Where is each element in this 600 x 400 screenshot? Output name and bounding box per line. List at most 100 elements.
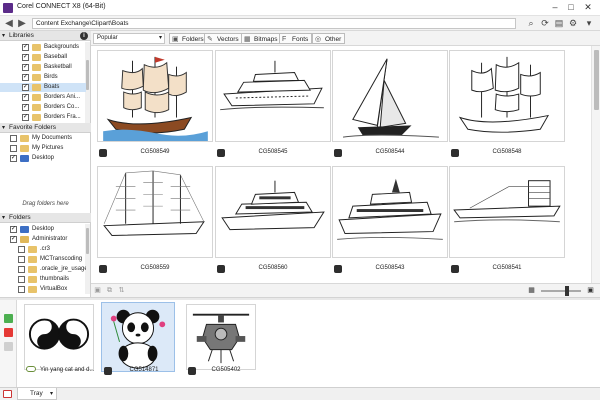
library-item-baseball[interactable]: ✓ Baseball <box>0 53 86 62</box>
thumbnail-galleon-outline[interactable] <box>449 50 565 142</box>
refresh-icon[interactable]: ⟳ <box>539 17 551 30</box>
search-icon[interactable]: ⌕ <box>525 17 537 30</box>
thumbnail-cargo-ship[interactable] <box>449 166 565 258</box>
grid-scroll-thumb[interactable] <box>594 50 599 110</box>
maximize-button[interactable]: □ <box>564 2 578 13</box>
library-item-backgrounds[interactable]: ✓ Backgrounds <box>0 43 86 52</box>
checkbox[interactable]: ✓ <box>10 155 17 162</box>
back-arrow-icon[interactable]: ◀ <box>3 17 15 30</box>
library-item-basketball[interactable]: ✓ Basketball <box>0 63 86 72</box>
close-button[interactable]: ✕ <box>581 2 595 13</box>
collapse-caret-icon[interactable]: ▾ <box>2 123 5 133</box>
checkbox[interactable]: ✓ <box>22 94 29 101</box>
libraries-scroll-thumb[interactable] <box>86 60 89 90</box>
checkbox[interactable]: ✓ <box>22 104 29 111</box>
libraries-header[interactable]: ▾ Libraries i <box>0 31 91 41</box>
minimize-button[interactable]: – <box>548 2 562 13</box>
thumbnail-sailboat[interactable] <box>332 50 448 142</box>
checkbox[interactable] <box>18 246 25 253</box>
tree-item-label: VirtualBox <box>40 286 68 292</box>
folder-icon <box>32 94 41 101</box>
options-menu-icon[interactable]: ▾ <box>583 17 595 30</box>
favorite-folders-header[interactable]: ▾ Favorite Folders <box>0 123 91 133</box>
tray-new-icon[interactable] <box>4 314 13 323</box>
tray-export-icon[interactable] <box>4 342 13 351</box>
folder-item-thumbnails[interactable]: thumbnails <box>0 275 86 284</box>
thumbnail-yacht[interactable] <box>215 50 331 142</box>
thumbnail-motor-yacht[interactable] <box>215 166 331 258</box>
other-icon: ◎ <box>315 36 322 43</box>
folder-item-virtualbox[interactable]: VirtualBox <box>0 285 86 294</box>
filter-other-button[interactable]: ◎ Other <box>312 33 346 44</box>
thumbnail-galleon-color[interactable] <box>97 50 213 142</box>
library-item-borders-fra-[interactable]: ✓ Borders Fra... <box>0 113 86 122</box>
folder-item-administrator[interactable]: ✓ Administrator <box>0 235 86 244</box>
gear-icon[interactable]: ⚙ <box>567 17 579 30</box>
folders-header[interactable]: ▾ Folders <box>0 213 91 223</box>
folder-item-mctranscoding[interactable]: MCTranscoding <box>0 255 86 264</box>
info-icon[interactable]: i <box>80 32 88 40</box>
folder-item-desktop[interactable]: ✓ Desktop <box>0 225 86 234</box>
tray-item-panda[interactable] <box>101 302 175 372</box>
library-item-borders-co-[interactable]: ✓ Borders Co... <box>0 103 86 112</box>
library-item-birds[interactable]: ✓ Birds <box>0 73 86 82</box>
checkbox[interactable]: ✓ <box>22 64 29 71</box>
collapse-caret-icon[interactable]: ▾ <box>2 213 5 223</box>
checkbox[interactable] <box>18 256 25 263</box>
folder-icon <box>20 135 29 142</box>
filter-bitmaps-button[interactable]: ▦ Bitmaps <box>241 33 282 44</box>
library-item-boats[interactable]: ✓ Boats <box>0 83 86 92</box>
checkbox[interactable]: ✓ <box>22 54 29 61</box>
thumbnail-caption: CG508543 <box>375 265 405 271</box>
tray-item-yinyang[interactable] <box>24 304 94 370</box>
forward-arrow-icon[interactable]: ▶ <box>16 17 28 30</box>
checkbox[interactable]: ✓ <box>22 74 29 81</box>
checkbox[interactable]: ✓ <box>22 84 29 91</box>
thumbnail-caption: CG508541 <box>492 265 522 271</box>
checkbox[interactable] <box>18 286 25 293</box>
tree-item-label: Desktop <box>32 226 55 232</box>
copy-icon[interactable]: ⧉ <box>105 286 114 295</box>
library-item-borders-ani-[interactable]: ✓ Borders Ani... <box>0 93 86 102</box>
tray-add-icon[interactable] <box>3 390 12 398</box>
thumbnail-ferry[interactable] <box>332 166 448 258</box>
tray-item-helicopter[interactable] <box>186 304 256 370</box>
checkbox[interactable]: ✓ <box>10 226 17 233</box>
zoom-out-icon[interactable]: ▦ <box>527 286 536 295</box>
folder-item--cr-[interactable]: .cr3 <box>0 245 86 254</box>
zoom-in-icon[interactable]: ▣ <box>586 286 595 295</box>
filter-vectors-button[interactable]: ✎ Vectors <box>204 33 243 44</box>
folder-icon <box>32 114 41 121</box>
add-to-tray-icon[interactable]: ▣ <box>93 286 102 295</box>
tray-delete-icon[interactable] <box>4 328 13 337</box>
folders-scroll-thumb[interactable] <box>86 228 89 254</box>
checkbox[interactable] <box>18 266 25 273</box>
filter-fonts-button[interactable]: F Fonts <box>279 33 313 44</box>
grid-scrollbar[interactable] <box>591 46 600 283</box>
sort-select[interactable]: Popular ▾ <box>93 33 165 44</box>
tray-caption-yinyang: Yin yang cat and d... <box>40 367 95 373</box>
zoom-slider[interactable] <box>541 290 581 292</box>
favorite-item-my-pictures[interactable]: My Pictures <box>0 144 86 153</box>
checkbox[interactable]: ✓ <box>10 236 17 243</box>
path-input[interactable]: Content Exchange\Clipart\Boats <box>32 18 516 29</box>
address-bar: ◀ ▶ Content Exchange\Clipart\Boats ⌕ ⟳ ▤… <box>0 16 600 31</box>
zoom-slider-knob[interactable] <box>565 286 569 296</box>
checkbox[interactable] <box>10 145 17 152</box>
checkbox[interactable] <box>10 135 17 142</box>
favorite-item-desktop[interactable]: ✓ Desktop <box>0 154 86 163</box>
checkbox[interactable] <box>18 276 25 283</box>
checkbox[interactable]: ✓ <box>22 44 29 51</box>
folder-icon <box>20 226 29 233</box>
view-toggle-icon[interactable]: ▤ <box>553 17 565 30</box>
tree-item-label: My Pictures <box>32 145 64 151</box>
folder-item--oracle-jre-usage[interactable]: .oracle_jre_usage <box>0 265 86 274</box>
checkbox[interactable]: ✓ <box>22 114 29 121</box>
tray-caption-panda: CG514871 <box>129 367 159 373</box>
tray-tab[interactable]: Tray ▾ <box>17 388 57 400</box>
collapse-caret-icon[interactable]: ▾ <box>2 31 5 41</box>
move-icon[interactable]: ⇅ <box>117 286 126 295</box>
thumbnail-clipper[interactable] <box>97 166 213 258</box>
favorite-item-my-documents[interactable]: My Documents <box>0 134 86 143</box>
filter-folders-button[interactable]: ▣ Folders <box>169 33 208 44</box>
